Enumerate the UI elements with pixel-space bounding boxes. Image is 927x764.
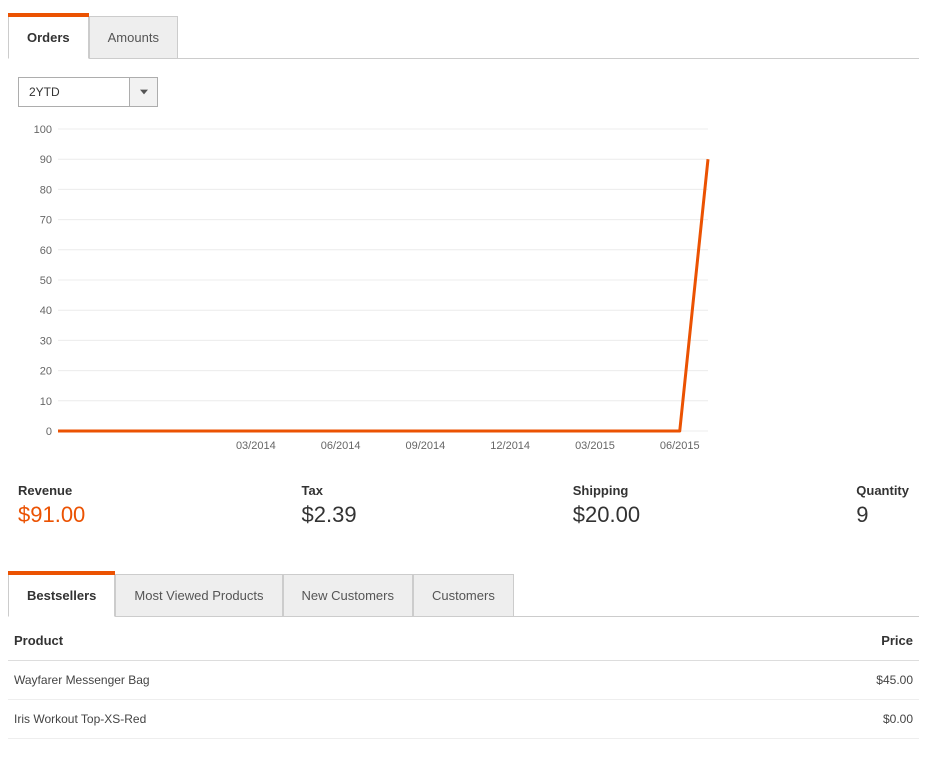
stat-quantity-value: 9 — [856, 502, 909, 528]
chevron-down-icon[interactable] — [129, 78, 157, 106]
col-price: Price — [881, 633, 913, 648]
cell-price: $45.00 — [876, 673, 913, 687]
svg-text:30: 30 — [40, 335, 52, 347]
svg-text:50: 50 — [40, 275, 52, 287]
tab-orders[interactable]: Orders — [8, 16, 89, 59]
stat-shipping-value: $20.00 — [573, 502, 640, 528]
period-dropdown-label: 2YTD — [19, 78, 129, 106]
svg-text:0: 0 — [46, 426, 52, 438]
cell-product: Iris Workout Top-XS-Red — [14, 712, 146, 726]
stat-shipping-label: Shipping — [573, 483, 640, 498]
main-tabs: Orders Amounts — [8, 16, 919, 59]
tab-amounts[interactable]: Amounts — [89, 16, 178, 59]
svg-text:06/2014: 06/2014 — [321, 440, 361, 452]
svg-text:100: 100 — [34, 124, 52, 136]
period-dropdown[interactable]: 2YTD — [18, 77, 158, 107]
bottom-tabs: Bestsellers Most Viewed Products New Cus… — [8, 574, 919, 617]
svg-text:60: 60 — [40, 245, 52, 257]
tab-customers[interactable]: Customers — [413, 574, 514, 617]
stat-revenue-value: $91.00 — [18, 502, 85, 528]
table-row[interactable]: Iris Workout Top-XS-Red $0.00 — [8, 700, 919, 739]
svg-text:06/2015: 06/2015 — [660, 440, 700, 452]
table-row[interactable]: Wayfarer Messenger Bag $45.00 — [8, 661, 919, 700]
col-product: Product — [14, 633, 63, 648]
cell-product: Wayfarer Messenger Bag — [14, 673, 150, 687]
svg-text:12/2014: 12/2014 — [490, 440, 530, 452]
orders-chart: 0 10 20 30 40 50 60 70 80 90 100 03/2014 06/2014 09/2… — [18, 119, 718, 459]
tab-most-viewed[interactable]: Most Viewed Products — [115, 574, 282, 617]
svg-text:40: 40 — [40, 305, 52, 317]
tab-bestsellers[interactable]: Bestsellers — [8, 574, 115, 617]
stat-revenue: Revenue $91.00 — [18, 483, 85, 528]
table-header: Product Price — [8, 621, 919, 661]
stat-tax-value: $2.39 — [302, 502, 357, 528]
cell-price: $0.00 — [883, 712, 913, 726]
stat-tax: Tax $2.39 — [302, 483, 357, 528]
svg-text:03/2015: 03/2015 — [575, 440, 615, 452]
svg-text:03/2014: 03/2014 — [236, 440, 276, 452]
stat-shipping: Shipping $20.00 — [573, 483, 640, 528]
stat-quantity-label: Quantity — [856, 483, 909, 498]
summary-stats: Revenue $91.00 Tax $2.39 Shipping $20.00… — [8, 459, 919, 558]
svg-text:10: 10 — [40, 396, 52, 408]
svg-text:90: 90 — [40, 154, 52, 166]
svg-text:70: 70 — [40, 215, 52, 227]
stat-tax-label: Tax — [302, 483, 357, 498]
svg-text:20: 20 — [40, 366, 52, 378]
stat-quantity: Quantity 9 — [856, 483, 909, 528]
tab-new-customers[interactable]: New Customers — [283, 574, 413, 617]
svg-text:80: 80 — [40, 184, 52, 196]
stat-revenue-label: Revenue — [18, 483, 85, 498]
svg-text:09/2014: 09/2014 — [406, 440, 446, 452]
